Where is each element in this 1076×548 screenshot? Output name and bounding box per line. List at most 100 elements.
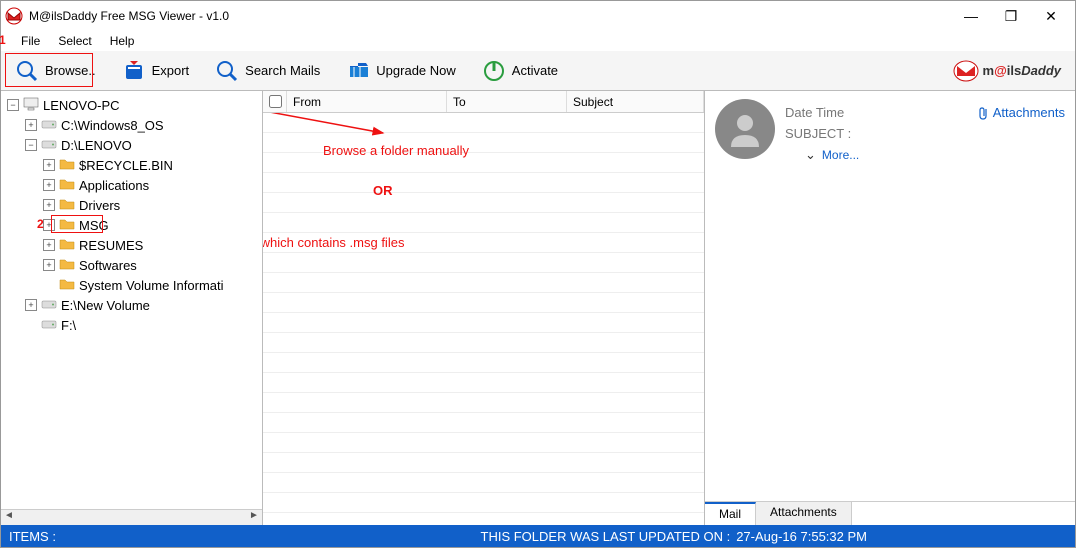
drive-icon [41, 297, 61, 314]
statusbar: ITEMS : THIS FOLDER WAS LAST UPDATED ON … [1, 525, 1075, 547]
table-row[interactable] [263, 393, 704, 413]
minimize-button[interactable]: — [951, 2, 991, 30]
chevron-down-icon[interactable]: ⌄ [805, 147, 816, 163]
preview-panel: Date Time Attachments SUBJECT : ⌄ More..… [705, 91, 1075, 525]
datetime-label: Date Time [785, 105, 855, 120]
expand-toggle[interactable]: + [43, 259, 55, 271]
activate-icon [482, 59, 506, 83]
select-all-checkbox[interactable] [269, 95, 282, 108]
table-row[interactable] [263, 173, 704, 193]
search-mails-icon [215, 59, 239, 83]
titlebar: M@ilsDaddy Free MSG Viewer - v1.0 — ❐ ✕ [1, 1, 1075, 31]
browse-icon [15, 59, 39, 83]
close-button[interactable]: ✕ [1031, 2, 1071, 30]
list-header: From To Subject [263, 91, 704, 113]
tab-attachments[interactable]: Attachments [756, 502, 852, 525]
expand-toggle[interactable]: + [25, 299, 37, 311]
tree-node[interactable]: +Softwares [3, 255, 260, 275]
tree-hscroll[interactable]: ◄► [1, 509, 262, 525]
table-row[interactable] [263, 373, 704, 393]
folder-tree[interactable]: 2 −LENOVO-PC+C:\Windows8_OS−D:\LENOVO+$R… [1, 91, 263, 525]
list-body[interactable]: Browse a folder manually OR Click on the… [263, 113, 704, 525]
drive-icon [41, 317, 61, 334]
folder-icon [59, 177, 79, 194]
status-updated-value: 27-Aug-16 7:55:32 PM [736, 529, 867, 544]
tree-node[interactable]: F:\ [3, 315, 260, 335]
search-mails-button[interactable]: Search Mails [205, 55, 330, 87]
table-row[interactable] [263, 133, 704, 153]
expand-toggle[interactable]: + [43, 179, 55, 191]
window-title: M@ilsDaddy Free MSG Viewer - v1.0 [29, 9, 951, 23]
activate-button[interactable]: Activate [472, 55, 568, 87]
tree-node[interactable]: +RESUMES [3, 235, 260, 255]
status-updated-label: THIS FOLDER WAS LAST UPDATED ON : [481, 529, 731, 544]
table-row[interactable] [263, 433, 704, 453]
expand-toggle[interactable]: + [43, 239, 55, 251]
activate-label: Activate [512, 63, 558, 78]
list-col-to[interactable]: To [447, 91, 567, 112]
expand-toggle[interactable]: + [43, 199, 55, 211]
tab-mail[interactable]: Mail [705, 502, 756, 525]
tree-node[interactable]: System Volume Informati [3, 275, 260, 295]
expand-toggle[interactable]: + [43, 219, 55, 231]
table-row[interactable] [263, 333, 704, 353]
tree-node[interactable]: − LENOVO-PC [3, 95, 260, 115]
tree-node[interactable]: +Applications [3, 175, 260, 195]
menu-help[interactable]: Help [102, 32, 143, 50]
expand-toggle[interactable]: − [25, 139, 37, 151]
tree-node[interactable]: − D:\LENOVO [3, 135, 260, 155]
table-row[interactable] [263, 353, 704, 373]
folder-icon [59, 197, 79, 214]
browse-label: Browse.. [45, 63, 96, 78]
list-col-checkbox[interactable] [263, 91, 287, 112]
folder-icon [59, 257, 79, 274]
expand-toggle[interactable]: − [7, 99, 19, 111]
tree-node[interactable]: +MSG [3, 215, 260, 235]
export-button[interactable]: Export [112, 55, 200, 87]
more-link[interactable]: More... [822, 148, 859, 162]
table-row[interactable] [263, 313, 704, 333]
table-row[interactable] [263, 193, 704, 213]
folder-icon [59, 157, 79, 174]
tree-node-label: LENOVO-PC [43, 98, 120, 113]
tree-node[interactable]: +C:\Windows8_OS [3, 115, 260, 135]
list-col-from[interactable]: From [287, 91, 447, 112]
menu-file[interactable]: File [13, 32, 48, 50]
browse-button[interactable]: Browse.. [5, 55, 106, 87]
table-row[interactable] [263, 213, 704, 233]
table-row[interactable] [263, 273, 704, 293]
expand-toggle[interactable]: + [43, 159, 55, 171]
tree-node[interactable]: + Drivers [3, 195, 260, 215]
list-col-subject[interactable]: Subject [567, 91, 704, 112]
preview-meta: Date Time Attachments SUBJECT : ⌄ More..… [785, 99, 1065, 169]
annotation-number-1: 1 [0, 33, 6, 47]
table-row[interactable] [263, 113, 704, 133]
table-row[interactable] [263, 293, 704, 313]
table-row[interactable] [263, 253, 704, 273]
maximize-button[interactable]: ❐ [991, 2, 1031, 30]
table-row[interactable] [263, 233, 704, 253]
menu-select[interactable]: Select [50, 32, 99, 50]
drive-icon [41, 117, 61, 134]
main-area: 2 −LENOVO-PC+C:\Windows8_OS−D:\LENOVO+$R… [1, 91, 1075, 525]
upgrade-button[interactable]: Upgrade Now [336, 55, 466, 87]
table-row[interactable] [263, 453, 704, 473]
table-row[interactable] [263, 153, 704, 173]
table-row[interactable] [263, 413, 704, 433]
export-label: Export [152, 63, 190, 78]
tree-node-label: System Volume Informati [79, 278, 224, 293]
subject-label: SUBJECT : [785, 126, 855, 141]
export-icon [122, 59, 146, 83]
tree-node[interactable]: +$RECYCLE.BIN [3, 155, 260, 175]
expand-toggle[interactable]: + [25, 119, 37, 131]
brand-logo-icon [953, 60, 979, 82]
tree-node[interactable]: +E:\New Volume [3, 295, 260, 315]
attachments-link[interactable]: Attachments [977, 105, 1065, 120]
table-row[interactable] [263, 473, 704, 493]
table-row[interactable] [263, 493, 704, 513]
upgrade-icon [346, 59, 370, 83]
tree-node-label: Drivers [79, 198, 120, 213]
tree-node-label: D:\LENOVO [61, 138, 132, 153]
expand-toggle [43, 279, 55, 291]
folder-icon [59, 237, 79, 254]
